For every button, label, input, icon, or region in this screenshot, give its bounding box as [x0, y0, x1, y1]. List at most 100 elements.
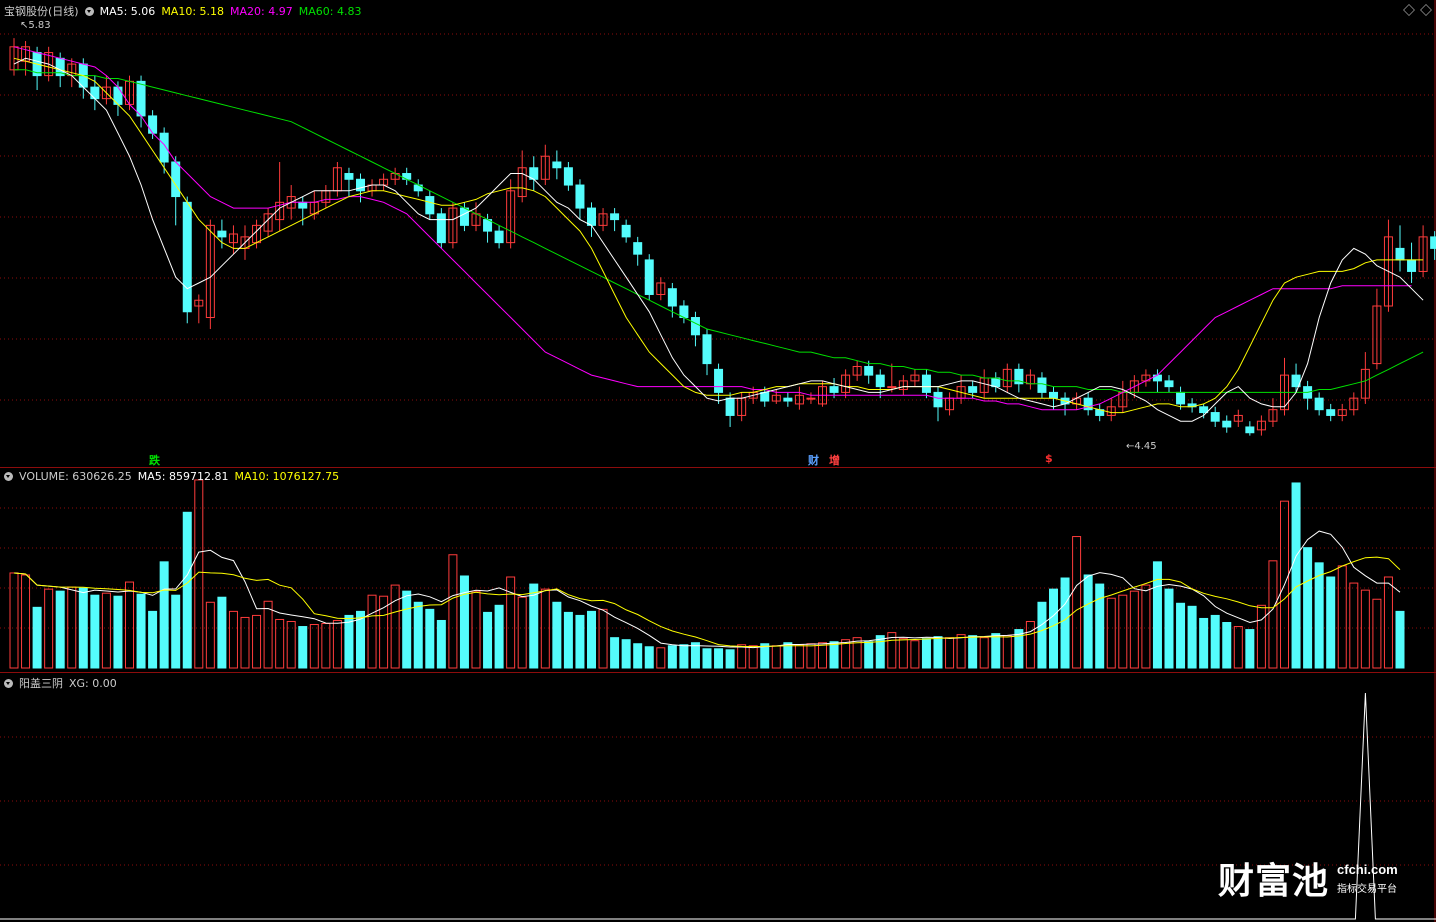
volume-chart[interactable]	[0, 468, 1436, 672]
volume-bar	[610, 637, 620, 669]
volume-bar	[621, 639, 631, 669]
volume-bar	[1326, 576, 1336, 669]
candle	[945, 392, 955, 416]
volume-bar	[575, 614, 585, 669]
volume-bar	[1118, 594, 1128, 669]
marker-zeng[interactable]: 增	[829, 452, 840, 468]
ma60-label: MA60: 4.83	[298, 4, 362, 18]
volume-bar	[228, 610, 238, 669]
dropdown-icon[interactable]	[84, 6, 94, 16]
volume-bar	[1268, 560, 1278, 669]
indicator-header: 阳盖三阴 XG: 0.00	[4, 675, 123, 691]
volume-bar	[771, 645, 781, 669]
volume-bar	[945, 637, 955, 669]
candle-body	[714, 368, 724, 393]
cfchi-logo: 财富池 cfchi.com 指标交易平台	[1218, 852, 1398, 904]
volume-bar	[1060, 577, 1070, 669]
candlestick-chart[interactable]	[0, 0, 1436, 467]
candle-body	[1199, 406, 1209, 414]
candle	[702, 329, 712, 376]
candle	[90, 75, 100, 111]
volume-bar	[1303, 547, 1313, 669]
volume-bar	[506, 576, 516, 669]
volume-bar	[875, 635, 885, 669]
dropdown-icon[interactable]	[4, 678, 13, 688]
candle	[864, 360, 874, 384]
volume-bar	[1372, 598, 1382, 669]
volume-pane[interactable]: VOLUME: 630626.25 MA5: 859712.81 MA10: 1…	[0, 468, 1436, 672]
volume-bar	[1152, 561, 1162, 669]
candle-body	[1176, 391, 1186, 405]
candle-body	[783, 397, 793, 402]
volume-bar	[552, 601, 562, 669]
candle	[436, 208, 446, 249]
volume-bar	[910, 640, 920, 669]
dropdown-icon[interactable]	[4, 472, 13, 481]
marker-s[interactable]: $	[1045, 452, 1053, 465]
candle-body	[933, 391, 943, 408]
candle	[621, 219, 631, 243]
volume-bar	[159, 561, 169, 669]
candle-body	[563, 167, 573, 186]
candle-body	[829, 386, 839, 393]
candle-body	[587, 207, 596, 226]
candle	[667, 282, 677, 318]
volume-bar	[344, 614, 354, 669]
candle-body	[575, 184, 585, 209]
marker-cai[interactable]: 财	[808, 452, 819, 468]
volume-bar	[240, 616, 250, 669]
marker-die[interactable]: 跌	[149, 452, 160, 468]
candle	[725, 392, 735, 427]
volume-bar	[483, 611, 493, 669]
candle-body	[667, 288, 677, 307]
candle-body	[1326, 409, 1336, 416]
volume-bar	[459, 575, 469, 669]
candle	[448, 202, 458, 249]
candle-body	[1314, 397, 1324, 411]
volume-bar	[725, 649, 735, 669]
ma5-label: MA5: 5.06	[99, 4, 156, 18]
candle	[1418, 225, 1428, 278]
candle-body	[148, 115, 158, 134]
volume-bar	[563, 611, 573, 669]
candle	[552, 150, 562, 180]
volume-bar	[101, 592, 111, 669]
candle	[1372, 288, 1382, 370]
volume-bar	[252, 614, 262, 669]
candle-body	[298, 201, 308, 209]
volume-bar	[275, 618, 285, 669]
volume-bar	[633, 643, 643, 669]
candle	[1383, 219, 1393, 312]
volume-bar	[205, 601, 215, 669]
volume-bar	[32, 606, 42, 669]
candle	[321, 185, 331, 209]
volume-bar	[517, 596, 527, 669]
candle	[887, 363, 897, 393]
volume-bar	[1383, 576, 1393, 669]
candle	[1395, 225, 1405, 272]
volume-bar	[125, 581, 134, 669]
volume-bar	[864, 641, 874, 669]
candle-body	[875, 374, 885, 388]
volume-bar	[390, 584, 400, 669]
price-pane[interactable]: 宝钢股份(日线) MA5: 5.06 MA10: 5.18 MA20: 4.97…	[0, 0, 1436, 467]
candle	[1164, 375, 1174, 393]
volume-bar	[448, 554, 458, 669]
candle	[563, 162, 573, 191]
volume-bar	[667, 645, 677, 669]
volume-bar	[1187, 605, 1197, 669]
candle-body	[621, 224, 631, 238]
volume-bar	[898, 638, 908, 669]
candle-body	[1164, 380, 1174, 388]
volume-bar	[1199, 617, 1209, 669]
candle	[332, 162, 342, 197]
candle	[1118, 380, 1128, 413]
volume-bar	[644, 646, 654, 669]
candle-body	[610, 213, 620, 221]
volume-bar	[829, 641, 839, 669]
volume-bar	[1222, 622, 1232, 669]
candle	[1337, 403, 1347, 422]
volume-bar	[1002, 635, 1012, 669]
volume-bar	[90, 594, 100, 669]
candle-body	[217, 230, 227, 238]
